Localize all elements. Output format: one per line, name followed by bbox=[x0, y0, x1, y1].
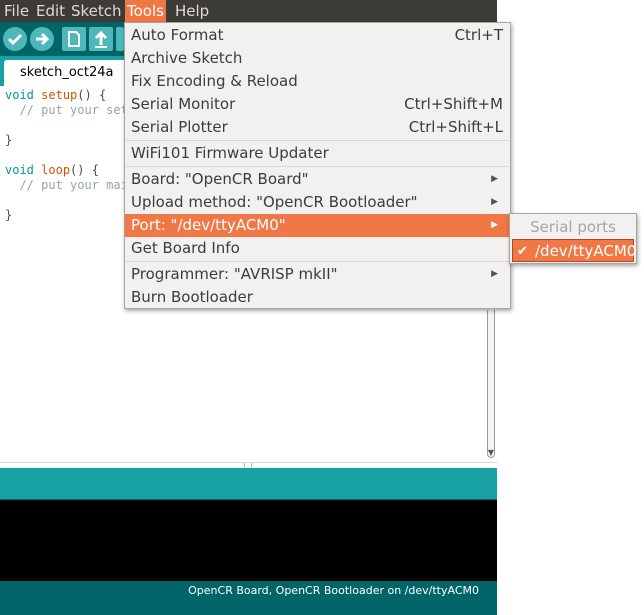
new-file-icon bbox=[68, 31, 80, 47]
upload-button[interactable] bbox=[30, 27, 54, 51]
code-line: void loop() { bbox=[5, 163, 99, 177]
menu-separator bbox=[126, 261, 509, 262]
menu-item-label: Programmer: "AVRISP mkII" bbox=[131, 265, 338, 283]
menu-item-programmer[interactable]: Programmer: "AVRISP mkII" ▶ bbox=[125, 263, 510, 286]
menu-item-label: WiFi101 Firmware Updater bbox=[131, 144, 329, 162]
code-line: // put your mai bbox=[19, 178, 128, 192]
menu-item-shortcut: Ctrl+T bbox=[454, 26, 503, 44]
board-port-status: OpenCR Board, OpenCR Bootloader on /dev/… bbox=[188, 584, 479, 597]
tools-dropdown-menu: Auto Format Ctrl+T Archive Sketch Fix En… bbox=[124, 22, 511, 309]
menu-separator bbox=[126, 140, 509, 141]
menu-help[interactable]: Help bbox=[173, 0, 211, 22]
menu-item-label: Get Board Info bbox=[131, 239, 240, 257]
menu-edit[interactable]: Edit bbox=[34, 0, 67, 22]
menu-item-fix-encoding[interactable]: Fix Encoding & Reload bbox=[125, 70, 510, 93]
menu-item-label: Auto Format bbox=[131, 26, 224, 44]
console-output bbox=[0, 499, 497, 581]
menu-bar: File Edit Sketch Tools Help bbox=[0, 0, 497, 22]
menu-item-label: Serial Monitor bbox=[131, 95, 236, 113]
submenu-arrow-icon: ▶ bbox=[491, 197, 498, 207]
submenu-header: Serial ports bbox=[530, 218, 616, 236]
code-line: } bbox=[5, 133, 13, 147]
tab-sketch[interactable]: sketch_oct24a bbox=[4, 60, 130, 86]
status-bar bbox=[0, 468, 497, 499]
splitter-grip-icon[interactable] bbox=[244, 463, 252, 467]
menu-item-upload-method[interactable]: Upload method: "OpenCR Bootloader" ▶ bbox=[125, 191, 510, 214]
menu-item-label: Archive Sketch bbox=[131, 49, 243, 67]
menu-item-label: Burn Bootloader bbox=[131, 288, 253, 306]
submenu-arrow-icon: ▶ bbox=[491, 269, 498, 279]
menu-tools[interactable]: Tools bbox=[125, 0, 166, 22]
port-option-ttyacm0[interactable]: ✔ /dev/ttyACM0 bbox=[512, 239, 637, 262]
arrow-down-icon bbox=[116, 27, 124, 51]
submenu-arrow-icon: ▶ bbox=[491, 220, 498, 230]
menu-separator bbox=[126, 166, 509, 167]
menu-item-label: Upload method: "OpenCR Bootloader" bbox=[131, 193, 418, 211]
menu-item-burn-bootloader[interactable]: Burn Bootloader bbox=[125, 286, 510, 309]
vertical-scrollbar[interactable]: ▼ bbox=[484, 310, 497, 462]
submenu-arrow-icon: ▶ bbox=[491, 174, 498, 184]
menu-item-board[interactable]: Board: "OpenCR Board" ▶ bbox=[125, 168, 510, 191]
menu-item-archive-sketch[interactable]: Archive Sketch bbox=[125, 47, 510, 70]
arrow-right-icon bbox=[36, 32, 50, 46]
open-sketch-button[interactable] bbox=[89, 27, 113, 51]
menu-item-label: Board: "OpenCR Board" bbox=[131, 170, 309, 188]
menu-sketch[interactable]: Sketch bbox=[69, 0, 124, 22]
menu-item-label: Port: "/dev/ttyACM0" bbox=[131, 216, 286, 234]
save-sketch-button[interactable] bbox=[116, 27, 124, 51]
checkmark-icon: ✔ bbox=[517, 244, 528, 259]
code-line: } bbox=[5, 208, 13, 222]
footer-bar: OpenCR Board, OpenCR Bootloader on /dev/… bbox=[0, 581, 497, 615]
menu-file[interactable]: File bbox=[2, 0, 31, 22]
menu-item-label: Serial Plotter bbox=[131, 118, 228, 136]
checkmark-icon bbox=[7, 33, 23, 46]
verify-button[interactable] bbox=[3, 27, 27, 51]
port-submenu: Serial ports ✔ /dev/ttyACM0 bbox=[509, 213, 637, 264]
menu-item-wifi101-updater[interactable]: WiFi101 Firmware Updater bbox=[125, 142, 510, 165]
new-sketch-button[interactable] bbox=[62, 27, 86, 51]
arrow-up-icon bbox=[94, 30, 108, 48]
menu-item-serial-plotter[interactable]: Serial Plotter Ctrl+Shift+L bbox=[125, 116, 510, 139]
port-option-label: /dev/ttyACM0 bbox=[535, 242, 637, 260]
menu-item-serial-monitor[interactable]: Serial Monitor Ctrl+Shift+M bbox=[125, 93, 510, 116]
code-line: void setup() { bbox=[5, 88, 107, 102]
menu-item-label: Fix Encoding & Reload bbox=[131, 72, 298, 90]
code-line: // put your set bbox=[19, 103, 128, 117]
menu-item-auto-format[interactable]: Auto Format Ctrl+T bbox=[125, 24, 510, 47]
chevron-down-icon[interactable]: ▼ bbox=[487, 448, 495, 457]
menu-item-shortcut: Ctrl+Shift+M bbox=[404, 95, 503, 113]
menu-item-port[interactable]: Port: "/dev/ttyACM0" ▶ bbox=[125, 214, 510, 237]
scrollbar-track[interactable] bbox=[487, 310, 495, 458]
menu-item-shortcut: Ctrl+Shift+L bbox=[408, 118, 503, 136]
menu-item-get-board-info[interactable]: Get Board Info bbox=[125, 237, 510, 260]
